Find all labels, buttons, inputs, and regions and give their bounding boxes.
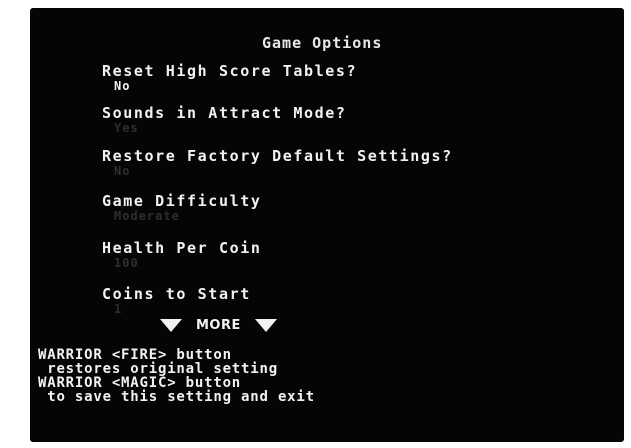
option-health-per-coin[interactable]: Health Per Coin 100 <box>102 239 262 270</box>
option-label: Restore Factory Default Settings? <box>102 147 453 165</box>
option-value: Yes <box>114 121 139 135</box>
option-coins-to-start[interactable]: Coins to Start 1 <box>102 285 251 316</box>
option-attract-sounds[interactable]: Sounds in Attract Mode? Yes <box>102 104 347 135</box>
option-label: Coins to Start <box>102 285 251 303</box>
help-line: to save this setting and exit <box>38 389 315 405</box>
option-value: 100 <box>114 256 139 270</box>
option-value: No <box>114 79 131 93</box>
option-label: Sounds in Attract Mode? <box>102 104 347 122</box>
option-value: 1 <box>114 302 123 316</box>
game-screen: Game Options Reset High Score Tables? No… <box>30 8 624 442</box>
help-line: WARRIOR <FIRE> button <box>38 347 232 363</box>
button-help-text: WARRIOR <FIRE> button restores original … <box>38 348 315 404</box>
option-value: No <box>114 164 131 178</box>
down-triangle-icon <box>254 319 277 332</box>
help-line: WARRIOR <MAGIC> button <box>38 375 242 391</box>
option-reset-high-score[interactable]: Reset High Score Tables? No <box>102 62 358 93</box>
more-label: MORE <box>196 318 241 333</box>
option-value: Moderate <box>114 209 180 223</box>
option-label: Game Difficulty <box>102 192 262 210</box>
more-indicator[interactable]: MORE <box>160 318 277 333</box>
menu-title: Game Options <box>262 34 383 52</box>
down-triangle-icon <box>160 319 182 332</box>
option-game-difficulty[interactable]: Game Difficulty Moderate <box>102 192 262 223</box>
help-line: restores original setting <box>38 361 278 377</box>
option-label: Health Per Coin <box>102 239 262 257</box>
option-label: Reset High Score Tables? <box>102 62 358 80</box>
option-restore-defaults[interactable]: Restore Factory Default Settings? No <box>102 147 453 178</box>
